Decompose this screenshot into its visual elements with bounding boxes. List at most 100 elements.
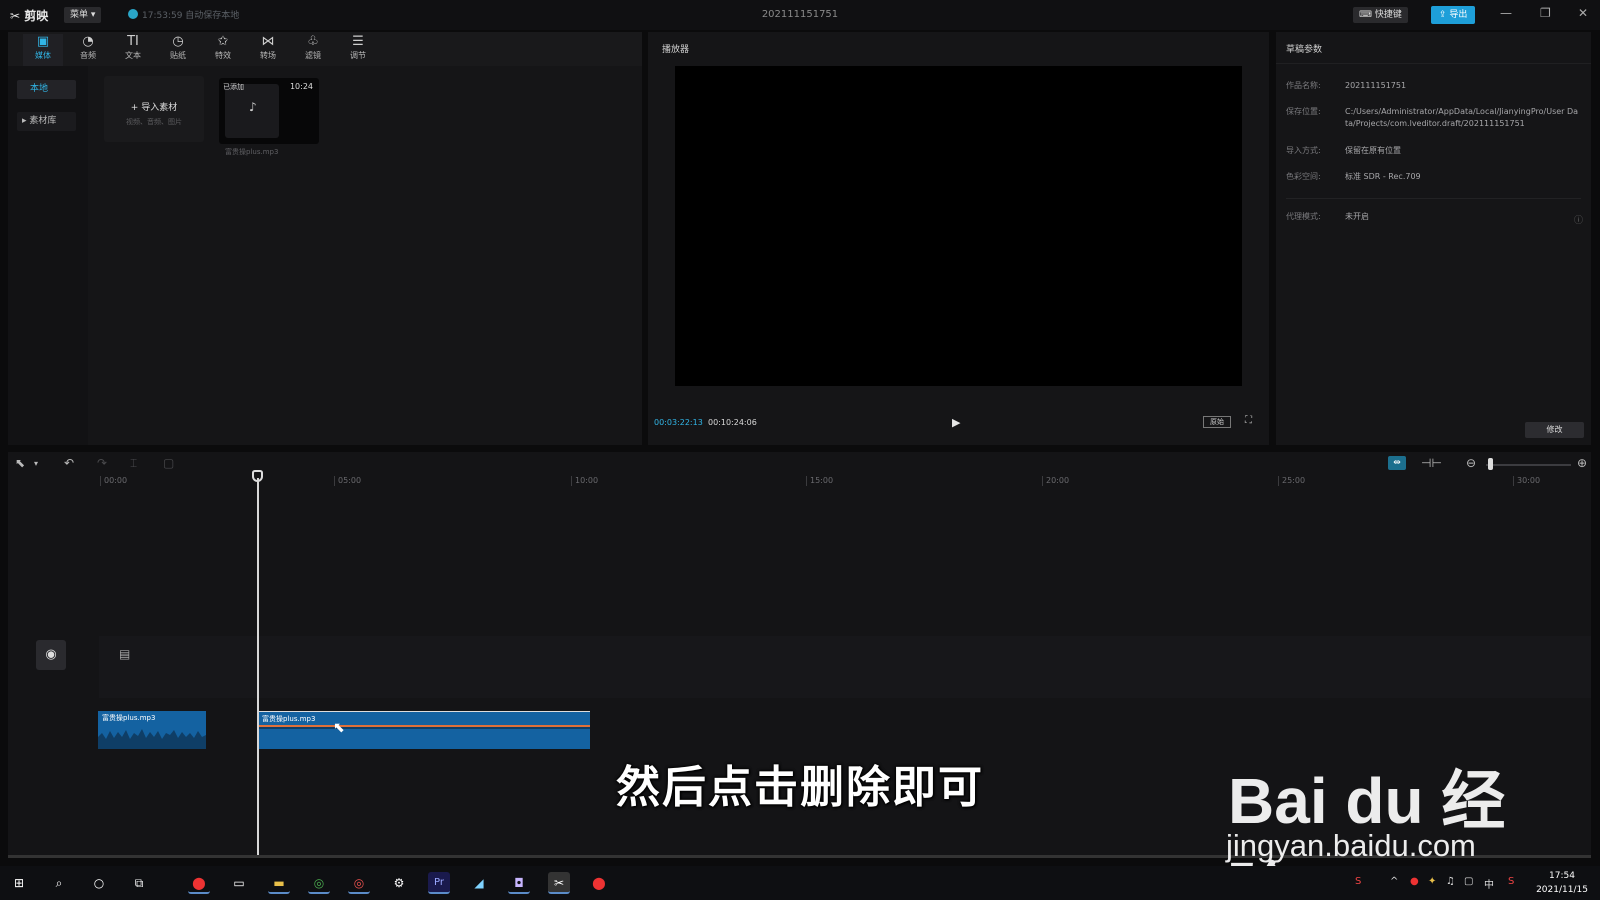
cortana-icon[interactable]: ○ — [88, 872, 110, 894]
zoom-slider[interactable] — [1486, 464, 1571, 466]
zoom-slider-handle[interactable] — [1488, 458, 1493, 470]
explorer-icon[interactable]: ▭ — [228, 872, 250, 894]
app-tray-icon[interactable]: S — [1355, 876, 1361, 887]
preview-screen[interactable] — [675, 66, 1242, 386]
waveform — [258, 725, 590, 729]
jianying-icon[interactable]: ✂ — [548, 872, 570, 894]
volume-icon[interactable]: ♫ — [1446, 876, 1455, 887]
audio-clip-selected[interactable]: 富贵操plus.mp3 — [258, 711, 590, 749]
app-icon[interactable]: ◢ — [468, 872, 490, 894]
sogou-icon[interactable]: S — [1508, 876, 1514, 887]
chevron-down-icon[interactable]: ▾ — [34, 459, 38, 468]
fullscreen-icon[interactable]: ⛶ — [1245, 415, 1252, 426]
watermark-url: jingyan.baidu.com — [1226, 828, 1476, 863]
redo-icon[interactable]: ↷ — [97, 456, 107, 470]
chrome-icon[interactable]: ◎ — [308, 872, 330, 894]
search-icon[interactable]: ⌕ — [48, 872, 70, 894]
app-icon[interactable]: ◘ — [508, 872, 530, 894]
cover-icon[interactable]: ◉ — [36, 640, 66, 670]
tray-icon[interactable]: ✦ — [1428, 876, 1436, 887]
audio-icon: ◔ — [82, 34, 94, 49]
tab-label: 音频 — [80, 51, 96, 60]
draft-params-panel: 草稿参数 作品名称: 202111151751 保存位置: C:/Users/Adm… — [1276, 32, 1591, 445]
info-icon[interactable]: ⓘ — [1574, 213, 1583, 226]
tab-label: 特效 — [215, 51, 231, 60]
prop-value: 标准 SDR - Rec.709 — [1345, 172, 1421, 181]
magnet-snap-icon[interactable]: ⇹ — [1388, 456, 1406, 470]
tab-media[interactable]: ▣ 媒体 — [23, 34, 63, 66]
player-panel: 播放器 00:03:22:13 00:10:24:06 ▶ 原始 ⛶ — [648, 32, 1269, 445]
clip-name: 富贵操plus.mp3 — [102, 714, 156, 722]
prop-value: 保留在原有位置 — [1345, 146, 1401, 155]
start-icon[interactable]: ⊞ — [8, 872, 30, 894]
tab-filter[interactable]: ♧ 滤镜 — [293, 34, 333, 66]
media-thumbnail[interactable]: 已添加 10:24 ♪ — [219, 78, 319, 144]
chevron-up-icon[interactable]: ^ — [1390, 876, 1398, 887]
network-icon[interactable]: ▢ — [1464, 876, 1473, 887]
prop-value: C:/Users/Administrator/AppData/Local/Jia… — [1345, 107, 1579, 128]
record-icon[interactable]: ⬤ — [188, 872, 210, 894]
ime-label[interactable]: 中 — [1484, 876, 1494, 891]
undo-icon[interactable]: ↶ — [64, 456, 74, 470]
export-button[interactable]: ⇪ 导出 — [1431, 6, 1476, 24]
maximize-button[interactable]: ❐ — [1540, 6, 1551, 20]
text-icon: TI — [127, 34, 139, 49]
import-media-button[interactable]: + 导入素材 视频、音频、图片 — [104, 76, 204, 142]
split-icon[interactable]: ⌶ — [130, 456, 137, 471]
tab-label: 文本 — [125, 51, 141, 60]
record-icon[interactable]: ⬤ — [588, 872, 610, 894]
transition-icon: ⋈ — [261, 34, 275, 49]
tab-sticker[interactable]: ◷ 贴纸 — [158, 34, 198, 66]
total-time: 00:10:24:06 — [708, 418, 757, 427]
sticker-icon: ◷ — [172, 34, 184, 49]
divider — [1286, 198, 1581, 199]
tab-audio[interactable]: ◔ 音频 — [68, 34, 108, 66]
main-video-track[interactable] — [99, 636, 1591, 698]
mouse-cursor-icon: ⬉ — [333, 720, 345, 736]
settings-icon[interactable]: ⚙ — [388, 872, 410, 894]
ruler-tick: 10:00 — [571, 476, 598, 486]
ruler-tick: 05:00 — [334, 476, 361, 486]
import-sub-label: 视频、音频、图片 — [126, 118, 182, 126]
adjust-icon: ☰ — [352, 34, 364, 49]
effects-icon: ✩ — [217, 34, 229, 49]
sidebar-item-library[interactable]: ▸ 素材库 — [17, 112, 76, 131]
tool-tabs: ▣ 媒体 ◔ 音频 TI 文本 ◷ 贴纸 ✩ 特效 ⋈ 转场 ♧ 滤镜 ☰ 调节 — [8, 32, 642, 66]
sidebar-item-local[interactable]: 本地 — [17, 80, 76, 99]
system-clock[interactable]: 17:54 2021/11/15 — [1530, 869, 1594, 897]
audio-clip[interactable]: 富贵操plus.mp3 — [98, 711, 206, 749]
play-icon[interactable]: ▶ — [952, 416, 960, 429]
time-ruler[interactable]: 00:00 05:00 10:00 15:00 20:00 25:00 30:0… — [8, 476, 1591, 490]
aspect-ratio-button[interactable]: 原始 — [1203, 416, 1231, 428]
shortcut-button[interactable]: ⌨ 快捷键 — [1353, 7, 1408, 23]
tab-label: 调节 — [350, 51, 366, 60]
clock-time: 17:54 — [1549, 871, 1575, 881]
select-cursor-icon[interactable]: ⬉ — [15, 456, 25, 470]
tab-adjust[interactable]: ☰ 调节 — [338, 34, 378, 66]
panel-title: 草稿参数 — [1286, 45, 1323, 55]
baidu-watermark: Bai du 经验 jingyan.baidu.com — [1226, 730, 1526, 900]
link-icon[interactable]: ⊣⊢ — [1421, 456, 1442, 470]
tab-transition[interactable]: ⋈ 转场 — [248, 34, 288, 66]
record-tray-icon[interactable]: ● — [1410, 876, 1419, 887]
minimize-button[interactable]: — — [1500, 6, 1512, 20]
close-button[interactable]: ✕ — [1578, 6, 1588, 20]
zoom-out-icon[interactable]: ⊖ — [1466, 456, 1476, 470]
folder-icon[interactable]: ▬ — [268, 872, 290, 894]
tab-label: 滤镜 — [305, 51, 321, 60]
tab-text[interactable]: TI 文本 — [113, 34, 153, 66]
premiere-icon[interactable]: Pr — [428, 872, 450, 894]
tab-label: 媒体 — [35, 51, 51, 60]
chrome-icon[interactable]: ◎ — [348, 872, 370, 894]
tab-label: 转场 — [260, 51, 276, 60]
delete-icon[interactable]: ▢ — [163, 456, 174, 470]
film-icon: ▤ — [119, 647, 131, 661]
clock-date: 2021/11/15 — [1536, 885, 1588, 895]
taskview-icon[interactable]: ⧉ — [128, 872, 150, 894]
zoom-in-icon[interactable]: ⊕ — [1577, 456, 1587, 470]
modify-button[interactable]: 修改 — [1525, 422, 1584, 438]
music-note-icon: ♪ — [249, 100, 257, 114]
prop-label: 色彩空间: — [1286, 172, 1321, 181]
prop-value: 未开启 — [1345, 212, 1369, 221]
tab-effects[interactable]: ✩ 特效 — [203, 34, 243, 66]
